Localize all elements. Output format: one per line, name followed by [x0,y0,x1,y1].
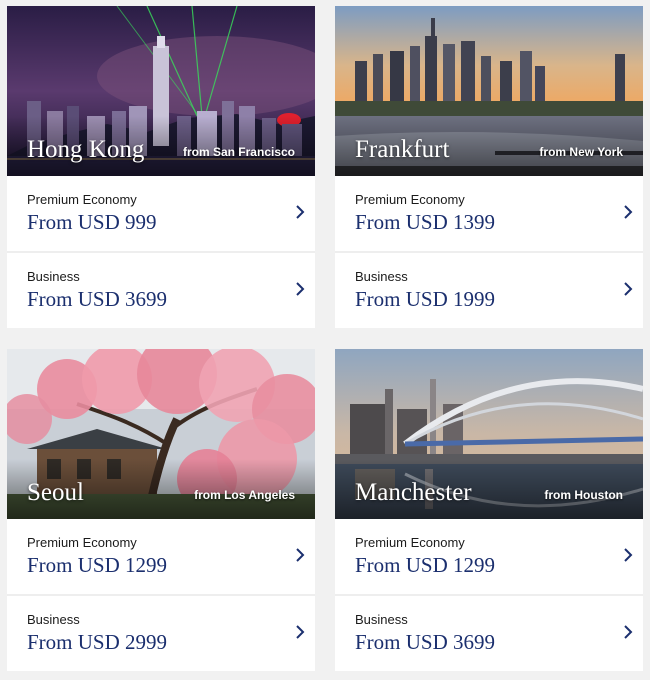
destination-hero-image[interactable]: Manchester from Houston [335,349,643,519]
fare-price: From USD 2999 [27,630,168,654]
fare-price: From USD 1299 [355,553,496,577]
origin-city: from Houston [544,488,623,502]
fare-row-business[interactable]: Business From USD 1999 [335,251,643,328]
fare-row-premium-economy[interactable]: Premium Economy From USD 1399 [335,176,643,251]
destination-hero-image[interactable]: Hong Kong from San Francisco [7,6,315,176]
destination-hero-image[interactable]: Frankfurt from New York [335,6,643,176]
chevron-right-icon[interactable] [621,281,635,297]
fare-price: From USD 1299 [27,553,168,577]
cabin-class-label: Business [355,612,408,627]
cabin-class-label: Business [27,612,80,627]
destination-city: Manchester [355,479,472,506]
destination-city: Hong Kong [27,136,145,163]
chevron-right-icon[interactable] [621,547,635,563]
chevron-right-icon[interactable] [621,204,635,220]
destination-grid: Hong Kong from San Francisco Premium Eco… [0,0,650,680]
destination-city: Seoul [27,479,84,506]
cabin-class-label: Business [355,269,408,284]
destination-card-seoul[interactable]: Seoul from Los Angeles Premium Economy F… [7,349,315,671]
fare-price: From USD 3699 [355,630,496,654]
fare-row-premium-economy[interactable]: Premium Economy From USD 999 [7,176,315,251]
chevron-right-icon[interactable] [293,624,307,640]
fare-price: From USD 3699 [27,287,168,311]
cabin-class-label: Business [27,269,80,284]
chevron-right-icon[interactable] [293,204,307,220]
cabin-class-label: Premium Economy [355,192,465,207]
fare-row-business[interactable]: Business From USD 3699 [335,594,643,671]
fare-price: From USD 1399 [355,210,496,234]
fare-price: From USD 1999 [355,287,496,311]
chevron-right-icon[interactable] [293,281,307,297]
origin-city: from San Francisco [182,145,295,159]
fare-row-premium-economy[interactable]: Premium Economy From USD 1299 [335,519,643,594]
destination-hero-image[interactable]: Seoul from Los Angeles [7,349,315,519]
origin-city: from New York [539,145,623,159]
cabin-class-label: Premium Economy [355,535,465,550]
destination-card-hong-kong[interactable]: Hong Kong from San Francisco Premium Eco… [7,6,315,328]
destination-card-manchester[interactable]: Manchester from Houston Premium Economy … [335,349,643,671]
fare-row-business[interactable]: Business From USD 2999 [7,594,315,671]
cabin-class-label: Premium Economy [27,192,137,207]
destination-city: Frankfurt [355,136,450,163]
chevron-right-icon[interactable] [293,547,307,563]
fare-row-premium-economy[interactable]: Premium Economy From USD 1299 [7,519,315,594]
cabin-class-label: Premium Economy [27,535,137,550]
fare-price: From USD 999 [27,210,157,234]
origin-city: from Los Angeles [194,488,295,502]
destination-card-frankfurt[interactable]: Frankfurt from New York Premium Economy … [335,6,643,328]
fare-row-business[interactable]: Business From USD 3699 [7,251,315,328]
chevron-right-icon[interactable] [621,624,635,640]
